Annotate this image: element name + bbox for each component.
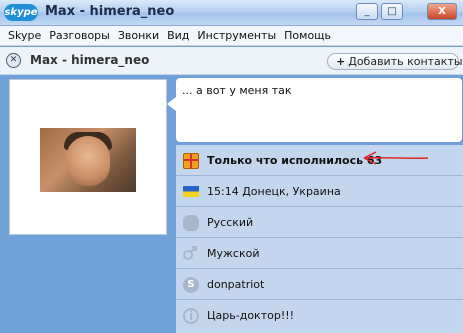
detail-gender: Мужской — [176, 238, 463, 269]
gift-icon — [183, 153, 199, 169]
close-contact-icon[interactable]: ✕ — [6, 53, 21, 68]
detail-language: Русский — [176, 207, 463, 238]
mood-message-box: ... а вот у меня так — [176, 78, 462, 142]
menu-calls[interactable]: Звонки — [114, 29, 163, 42]
detail-location: 15:14 Донецк, Украина — [176, 176, 463, 207]
menu-bar: Skype Разговоры Звонки Вид Инструменты П… — [0, 26, 463, 46]
close-button[interactable]: X — [427, 3, 457, 20]
detail-text: donpatriot — [207, 278, 265, 291]
menu-skype[interactable]: Skype — [4, 29, 45, 42]
add-contacts-label: Добавить контакты — [348, 55, 463, 68]
menu-tools[interactable]: Инструменты — [193, 29, 280, 42]
skype-logo: skype — [4, 4, 38, 21]
profile-panel: ... а вот у меня так Только что исполнил… — [0, 75, 463, 333]
detail-text: Только что исполнилось 63 — [207, 154, 383, 167]
avatar-card — [9, 79, 167, 235]
avatar-face — [66, 136, 110, 186]
detail-skype-name: S donpatriot — [176, 269, 463, 300]
minimize-button[interactable]: _ — [356, 3, 378, 20]
male-gender-icon — [183, 246, 197, 260]
menu-help[interactable]: Помощь — [280, 29, 335, 42]
title-bar: skype Max - himera_neo _ □ X — [0, 0, 463, 26]
detail-text: Русский — [207, 216, 254, 229]
detail-about: i Царь-доктор!!! — [176, 300, 463, 331]
language-bubble-icon — [183, 215, 199, 231]
skype-icon: S — [183, 277, 199, 293]
window-title: Max - himera_neo — [45, 4, 175, 19]
mood-message: ... а вот у меня так — [182, 84, 292, 97]
avatar — [40, 128, 136, 192]
mood-pointer — [167, 97, 176, 111]
detail-text: Мужской — [207, 247, 260, 260]
contact-header: ✕ Max - himera_neo + Добавить контакты — [0, 47, 463, 75]
menu-view[interactable]: Вид — [163, 29, 193, 42]
detail-text: Царь-доктор!!! — [207, 309, 295, 322]
add-contacts-button[interactable]: + Добавить контакты — [327, 53, 463, 70]
plus-icon: + — [336, 55, 346, 68]
ukraine-flag-icon — [183, 186, 199, 197]
detail-text: 15:14 Донецк, Украина — [207, 185, 341, 198]
maximize-button[interactable]: □ — [381, 3, 403, 20]
menu-conversations[interactable]: Разговоры — [45, 29, 114, 42]
info-icon: i — [183, 308, 199, 324]
contact-name: Max - himera_neo — [30, 53, 150, 67]
profile-details: Только что исполнилось 63 15:14 Донецк, … — [176, 145, 463, 333]
annotation-arrow — [363, 151, 429, 165]
